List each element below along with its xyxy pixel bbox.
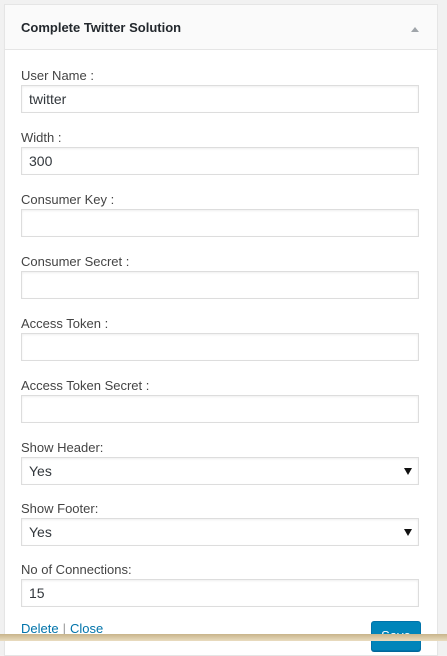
show-footer-value: Yes — [29, 524, 52, 540]
show-header-label: Show Header: — [21, 440, 104, 455]
consumer-key-label: Consumer Key : — [21, 192, 115, 207]
access-token-secret-input[interactable] — [21, 395, 419, 423]
widget-panel: Complete Twitter Solution User Name : Wi… — [4, 4, 438, 656]
consumer-secret-label: Consumer Secret : — [21, 254, 130, 269]
access-token-label: Access Token : — [21, 316, 109, 331]
widget-title: Complete Twitter Solution — [21, 20, 182, 35]
dropdown-arrow-icon — [404, 468, 412, 475]
scrollbar-track[interactable] — [438, 0, 447, 641]
username-input[interactable] — [21, 85, 419, 113]
width-input[interactable] — [21, 147, 419, 175]
connections-input[interactable] — [21, 579, 419, 607]
access-token-secret-label: Access Token Secret : — [21, 378, 150, 393]
consumer-key-input[interactable] — [21, 209, 419, 237]
consumer-secret-input[interactable] — [21, 271, 419, 299]
width-label: Width : — [21, 130, 62, 145]
username-label: User Name : — [21, 68, 94, 83]
connections-label: No of Connections: — [21, 562, 132, 577]
show-header-value: Yes — [29, 463, 52, 479]
widget-header[interactable]: Complete Twitter Solution — [5, 5, 437, 50]
access-token-input[interactable] — [21, 333, 419, 361]
show-footer-label: Show Footer: — [21, 501, 99, 516]
dropdown-arrow-icon — [404, 529, 412, 536]
show-header-select[interactable]: Yes — [21, 457, 419, 485]
bottom-divider — [0, 634, 447, 641]
show-footer-select[interactable]: Yes — [21, 518, 419, 546]
triangle-up-icon[interactable] — [407, 21, 423, 37]
